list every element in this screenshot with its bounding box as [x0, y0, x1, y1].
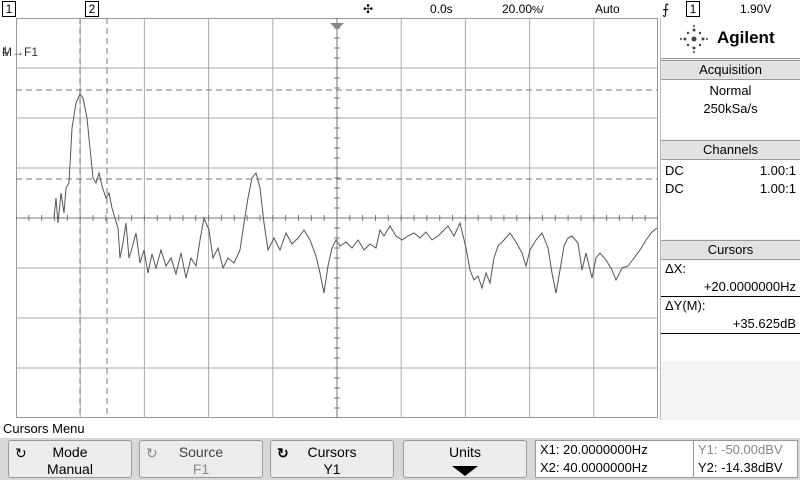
delay-readout: 0.0s — [430, 2, 453, 16]
cursors-softkey[interactable]: ↻ Cursors Y1 — [270, 440, 394, 478]
x-cursor-readout: X1: 20.0000000Hz X2: 40.0000000Hz — [535, 440, 695, 478]
rising-edge-icon: ⨍ — [662, 1, 670, 17]
cursors-section: Cursors ΔX: +20.0000000Hz ΔY(M): +35.625… — [661, 240, 800, 361]
softkey-label: Source — [178, 444, 224, 460]
channel-row: DC 1.00:1 — [661, 162, 800, 180]
brand-logo: Agilent — [661, 18, 800, 59]
softkey-value: F1 — [192, 461, 210, 477]
softkey-label: Cursors — [307, 444, 357, 460]
acquisition-section: Acquisition Normal 250kSa/s — [661, 60, 800, 139]
side-panel: Agilent Acquisition Normal 250kSa/s Chan… — [660, 18, 800, 420]
softkey-bar: ↻ Mode Manual ↻ Source F1 ↻ Cursors Y1 U… — [0, 438, 800, 480]
softkey-value: Manual — [47, 461, 93, 477]
rotate-knob-icon: ↻ — [146, 445, 158, 461]
channel-coupling: DC — [665, 163, 684, 178]
channel-1-indicator[interactable]: 1 — [2, 1, 16, 17]
timebase-readout: 20.00%/ — [502, 1, 544, 17]
channels-title: Channels — [661, 141, 800, 160]
graticule — [16, 18, 658, 418]
rotate-knob-icon: ↻ — [15, 445, 27, 461]
menu-title: Cursors Menu — [0, 420, 800, 438]
math-function-label: M→F1 — [2, 45, 38, 59]
trigger-mode: Auto — [595, 2, 620, 16]
cursors-title: Cursors — [661, 241, 800, 260]
y2-readout: Y2: -14.38dBV — [698, 460, 783, 475]
timebase-value: 20.00 — [502, 2, 533, 16]
channel-probe: 1.00:1 — [759, 181, 796, 196]
delta-y-label: ΔY(M): — [665, 298, 706, 313]
channel-2-indicator[interactable]: 2 — [85, 1, 99, 17]
acquisition-status-icon: ✣ — [362, 2, 374, 16]
delta-x-label: ΔX: — [665, 261, 686, 276]
trigger-source: 1 — [686, 1, 700, 17]
rotate-knob-icon: ↻ — [277, 445, 289, 461]
mode-softkey[interactable]: ↻ Mode Manual — [8, 440, 132, 478]
y-cursor-readout: Y1: -50.00dBV Y2: -14.38dBV — [693, 440, 798, 478]
softkey-label: Mode — [52, 444, 88, 460]
softkey-label: Units — [449, 444, 481, 460]
x1-readout: X1: 20.0000000Hz — [540, 442, 648, 457]
acquisition-mode: Normal — [709, 83, 752, 98]
status-bar: 1 2 ✣ 0.0s 20.00%/ Auto ⨍ 1 1.90V — [0, 0, 800, 18]
source-softkey[interactable]: ↻ Source F1 — [139, 440, 263, 478]
channels-section: Channels DC 1.00:1 DC 1.00:1 — [661, 140, 800, 239]
submenu-arrow-icon — [404, 461, 526, 478]
y1-readout: Y1: -50.00dBV — [698, 442, 783, 457]
channel-coupling: DC — [665, 181, 684, 196]
units-softkey[interactable]: Units — [403, 440, 527, 478]
agilent-spark-icon — [680, 25, 708, 53]
timebase-unit: %/ — [532, 5, 544, 16]
brand-name: Agilent — [717, 28, 775, 47]
waveform-display[interactable] — [16, 18, 658, 418]
trigger-position-marker — [330, 18, 344, 30]
x2-readout: X2: 40.0000000Hz — [540, 460, 648, 475]
delta-x-value: +20.0000000Hz — [661, 278, 800, 297]
softkey-value: Y1 — [323, 461, 341, 477]
channel-probe: 1.00:1 — [759, 163, 796, 178]
channel-row: DC 1.00:1 — [661, 180, 800, 198]
delta-y-value: +35.625dB — [661, 315, 800, 334]
acquisition-title: Acquisition — [661, 61, 800, 80]
sample-rate: 250kSa/s — [703, 101, 758, 116]
trigger-level: 1.90V — [740, 2, 772, 16]
